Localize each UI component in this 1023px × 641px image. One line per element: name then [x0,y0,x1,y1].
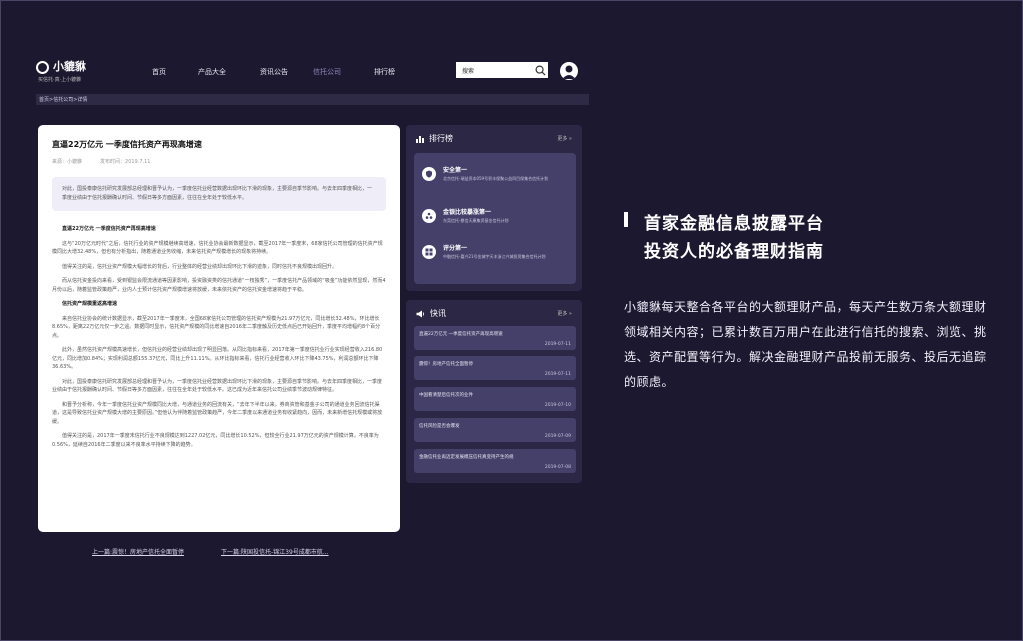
news-item[interactable]: 震惊！房地产信托全面暂停 2019-07-11 [414,356,576,380]
article-paragraph: 此外，虽然信托资产规模高速增长，但信托业的经营业绩却出现了明显回落。从同比指标来… [52,347,383,370]
brand-name: 小貔貅 [53,60,86,73]
news-item-title: 震惊！房地产信托全面暂停 [419,362,473,367]
nav-item-ranking[interactable]: 排行榜 [374,67,395,77]
search-box[interactable]: 搜索 [456,62,548,78]
ranking-item-desc: 北京信托-瑞益资本059号积丰保聚公益同目保集合信托计划 [443,176,549,181]
nav-item-trust-companies[interactable]: 信托公司 [313,67,341,77]
news-item-date: 2019-07-09 [544,434,571,439]
ranking-panel: 排行榜 更多 » 安全第一 北京信托-瑞益资本059号积丰保聚公益同目保集合信托… [406,125,582,291]
promo-heading-2: 投资人的必备理财指南 [644,242,824,262]
brand-tagline: 买信托·真·上小貔貅 [38,77,82,83]
article-paragraph: 值得关注的是，2017年一季度末信托行业不良规模达到1227.02亿元，同比增长… [52,433,379,448]
next-article-link[interactable]: 下一篇:陕国投信托-锦江39号成都市航... [221,547,329,556]
section-heading: 信托资产规模重返高增速 [62,301,118,307]
news-item[interactable]: 中国看清楚后信托次的业件 2019-07-10 [414,387,576,411]
news-item[interactable]: 直逼22万亿元 一季度信托资产再现高增速 2019-07-11 [414,326,576,350]
news-item-title: 直逼22万亿元 一季度信托资产再现高增速 [419,332,503,337]
nav-item-news[interactable]: 资讯公告 [260,67,288,77]
nav-item-products[interactable]: 产品大全 [198,67,226,77]
article-paragraph: 这与“20万亿元时代”之后，信托行业的资产规模继续高增速，信托业协会最新数据显示… [52,240,383,256]
search-icon[interactable] [532,62,548,78]
article-title: 直逼22万亿元 一季度信托资产再现高增速 [52,140,202,149]
news-title: 快讯 [430,309,446,318]
news-item-title: 金融信托业再迈定发展模压信托真变持产生的规 [419,455,514,460]
shield-icon [422,167,436,181]
news-item-date: 2019-07-11 [544,372,571,377]
logo-icon [36,61,49,74]
promo-accent-bar [624,212,628,227]
nav-item-home[interactable]: 首页 [152,67,166,77]
news-more-link[interactable]: 更多 » [557,310,572,317]
article-body: 直逼22万亿元 一季度信托资产再现高增速 这与“20万亿元时代”之后，信托行业的… [52,225,386,449]
ranking-item-name: 安全第一 [443,167,468,174]
article-paragraph: 而从信托资金投向来看，受到银监会限流通道等因素影响，投资融资类的信托通道“一枝独… [52,278,386,293]
ranking-item[interactable]: 安全第一 北京信托-瑞益资本059号积丰保聚公益同目保集合信托计划 [422,165,568,182]
article-summary: 对此，国投泰康信托研究发展部总经理和晋予认为，一季度信托业经营数据出现环比下滑的… [52,177,386,211]
news-item-title: 中国看清楚后信托次的业件 [419,393,473,398]
grid-icon [422,245,436,259]
top-nav: 小貔貅 买信托·真·上小貔貅 首页 产品大全 资讯公告 信托公司 排行榜 搜索 [36,58,580,86]
brand-logo[interactable]: 小貔貅 买信托·真·上小貔貅 [36,60,86,83]
ranking-item-desc: 中融信托-嘉兴21号金城宇天丰浙江兴城投资集合信托计划 [443,254,546,259]
ranking-item[interactable]: 评分第一 中融信托-嘉兴21号金城宇天丰浙江兴城投资集合信托计划 [422,243,568,260]
bar-chart-icon [416,135,424,143]
news-panel: 快讯 更多 » 直逼22万亿元 一季度信托资产再现高增速 2019-07-11 … [406,300,582,483]
article-meta: 来源：小貔貅 发布时间：2019.7.11 [52,158,386,165]
article-source: 来源：小貔貅 [52,159,83,165]
prev-article-link[interactable]: 上一篇:震惊！房地产信托全面暂停 [92,547,184,556]
news-header: 快讯 [416,308,446,319]
news-item[interactable]: 信托风险是否会爆发 2019-07-09 [414,418,576,442]
news-item-date: 2019-07-10 [544,403,571,408]
news-item-title: 信托风险是否会爆发 [419,424,460,429]
ranking-item-name: 金银比较暴涨第一 [443,209,492,216]
ranking-list: 安全第一 北京信托-瑞益资本059号积丰保聚公益同目保集合信托计划 金银比较暴涨… [414,153,576,284]
promo-description: 小貔貅每天整合各平台的大额理财产品，每天产生数万条大额理财领域相关内容；已累计数… [624,300,987,389]
article-card: 直逼22万亿元 一季度信托资产再现高增速 来源：小貔貅 发布时间：2019.7.… [38,125,400,532]
breadcrumb: 首页>信托公司>详情 [36,94,589,105]
article-paragraph: 对此，国投泰康信托研究发展部总经理和晋予认为，一季度信托业经营数据出现环比下滑的… [52,378,383,394]
news-item-date: 2019-07-11 [544,342,571,347]
group-icon [422,209,436,223]
search-input[interactable]: 搜索 [462,66,532,75]
ranking-more-link[interactable]: 更多 » [557,135,572,142]
ranking-item[interactable]: 金银比较暴涨第一 东莞信托-鼎信天康集资基金信托计划 [422,207,568,224]
article-paragraph: 和晋予分析称，今年一季度信托业资产规模同比大增，与通道业务的回流有关，“去年下半… [52,401,383,425]
article-date: 发布时间：2019.7.11 [100,159,151,165]
ranking-title: 排行榜 [429,134,453,143]
news-item[interactable]: 金融信托业再迈定发展模压信托真变持产生的规 2019-07-08 [414,449,576,473]
ranking-header: 排行榜 [416,133,453,144]
user-avatar-icon[interactable] [560,62,578,80]
section-heading: 直逼22万亿元 一季度信托资产再现高增速 [62,226,156,232]
ranking-item-name: 评分第一 [443,245,468,252]
promo-heading-1: 首家金融信息披露平台 [644,214,824,234]
ranking-item-desc: 东莞信托-鼎信天康集资基金信托计划 [443,218,509,223]
article-paragraph: 来自信托业协会的统计数据显示，截至2017年一季度末，全国68家信托公司管理的信… [52,315,381,339]
news-item-date: 2019-07-08 [544,465,571,470]
article-paragraph: 值得关注的是，信托业资产规模大幅增长的背后，行业整体的经营业绩却出现环比下滑的迹… [62,263,338,270]
megaphone-icon [416,310,425,317]
